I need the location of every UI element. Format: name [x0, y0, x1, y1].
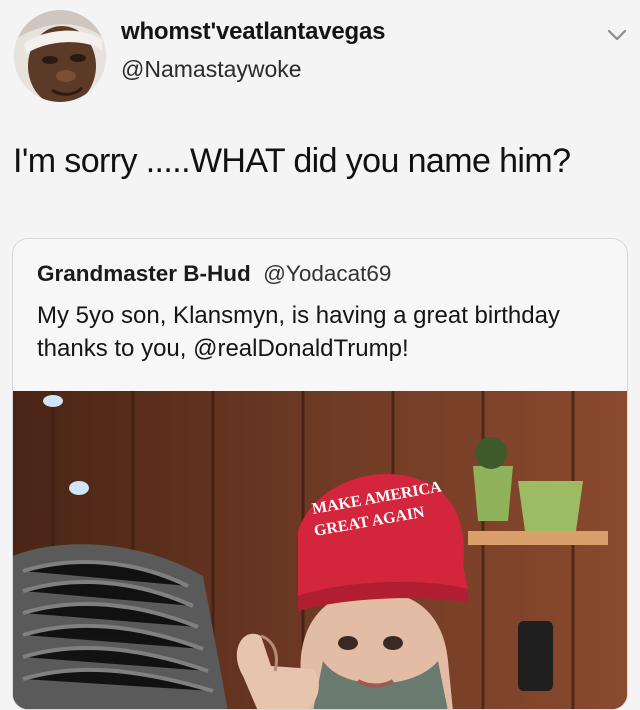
chevron-down-icon[interactable] — [604, 22, 630, 48]
quoted-tweet-header: Grandmaster B-Hud @Yodacat69 — [37, 261, 391, 287]
display-name[interactable]: whomst'veatlantavegas — [121, 18, 385, 46]
user-handle[interactable]: @Namastaywoke — [121, 56, 302, 83]
quoted-tweet-text: My 5yo son, Klansmyn, is having a great … — [37, 302, 560, 362]
tweet: whomst'veatlantavegas @Namastaywoke I'm … — [0, 0, 640, 710]
avatar[interactable] — [14, 10, 106, 102]
quoted-user-handle: @Yodacat69 — [263, 261, 392, 286]
quoted-display-name: Grandmaster B-Hud — [37, 261, 251, 286]
quoted-tweet-card[interactable]: Grandmaster B-Hud @Yodacat69 My 5yo son,… — [12, 238, 628, 710]
quoted-tweet-photo[interactable]: MAKE AMERICA GREAT AGAIN — [13, 391, 627, 709]
tweet-text: I'm sorry .....WHAT did you name him? — [13, 142, 571, 180]
